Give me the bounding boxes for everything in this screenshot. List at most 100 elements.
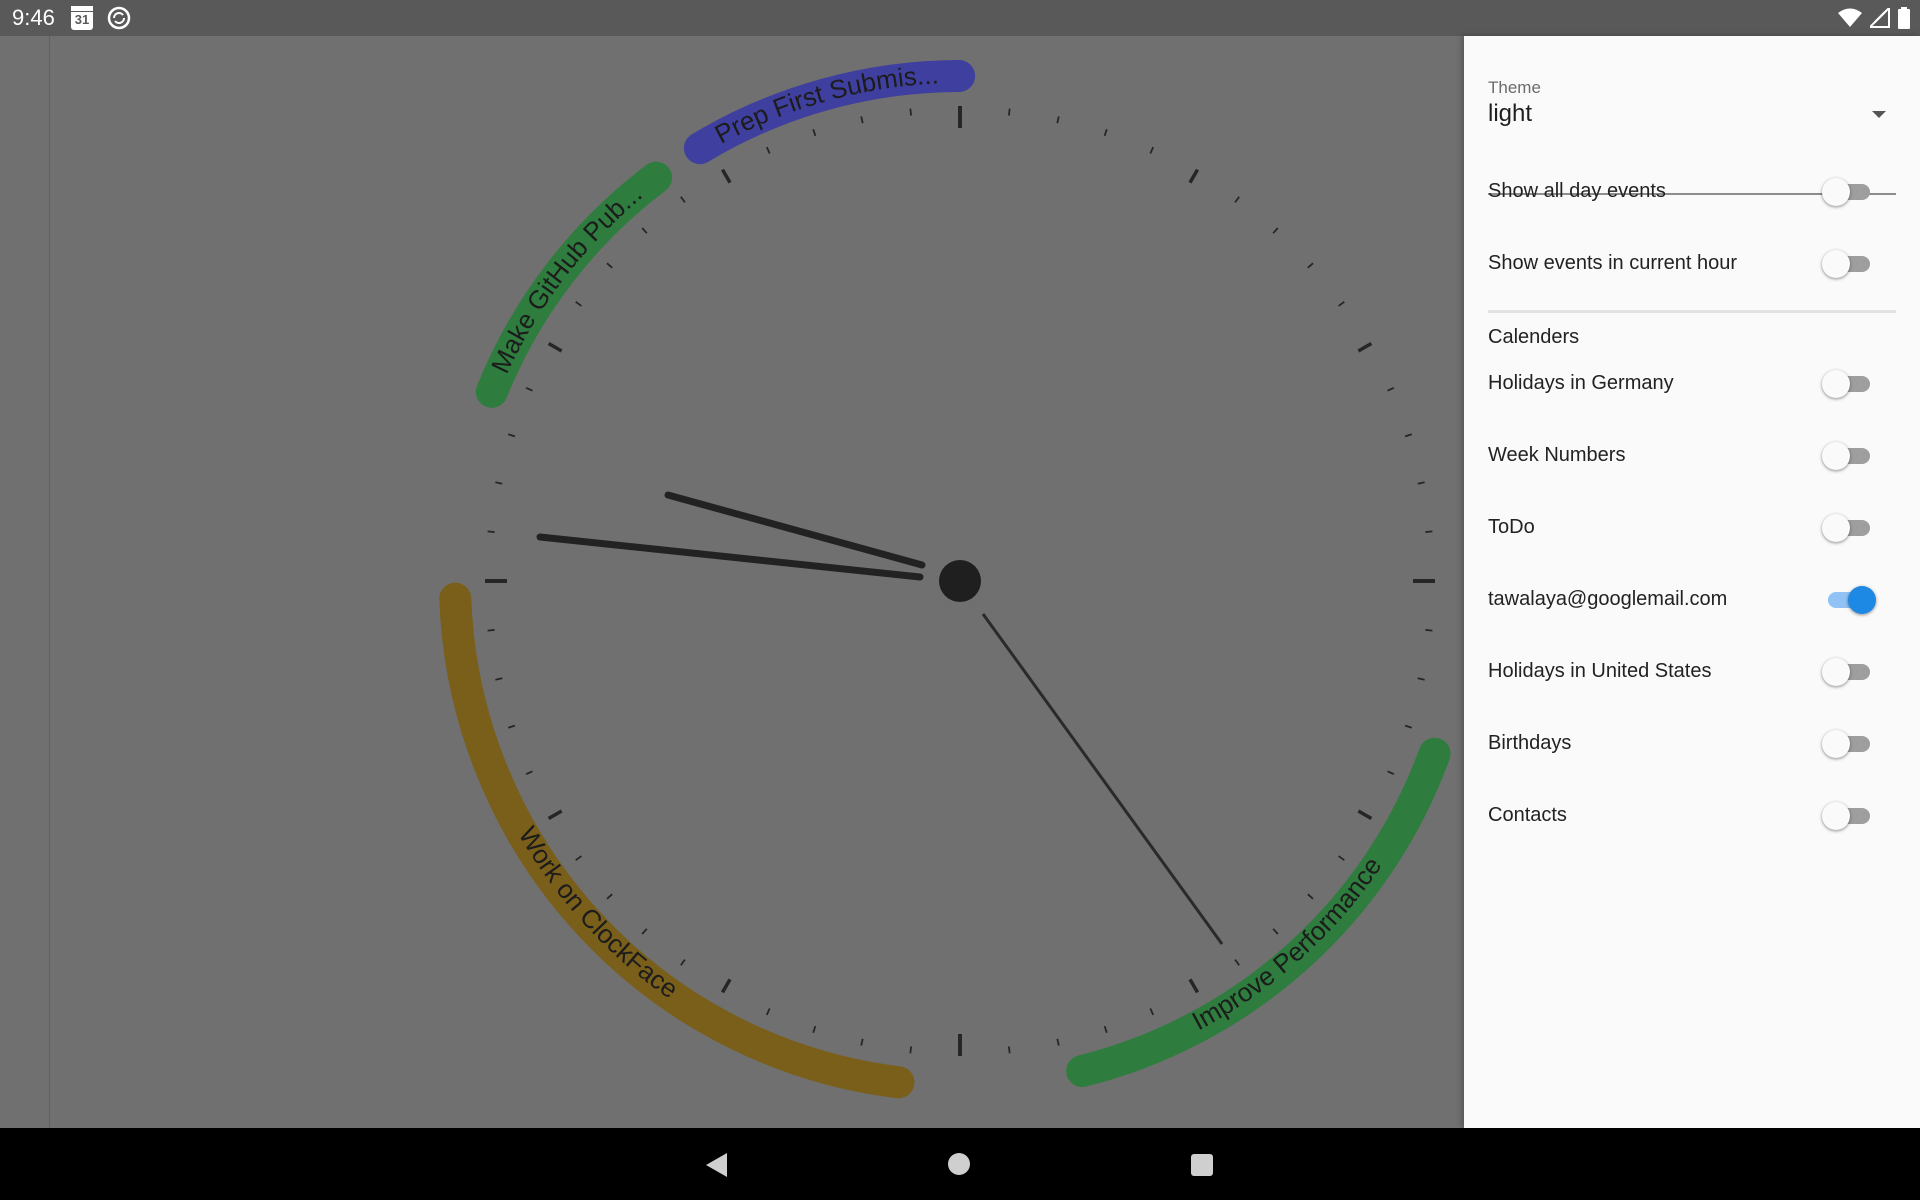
clock-tick — [1149, 146, 1155, 154]
section-divider — [1488, 310, 1896, 313]
clock-tick — [1234, 959, 1240, 966]
dropdown-arrow-icon[interactable] — [1872, 111, 1886, 118]
clock-tick — [1008, 108, 1011, 116]
clock-tick — [575, 855, 582, 861]
clock-tick — [1149, 1008, 1155, 1016]
clock-tick — [909, 108, 912, 116]
calendar-label: Holidays in United States — [1488, 660, 1712, 682]
clock-tick — [1103, 128, 1108, 137]
clock-tick — [487, 629, 495, 632]
toggle-switch[interactable] — [1822, 370, 1876, 398]
clock-tick — [495, 481, 503, 485]
calendar-item: Holidays in Germany — [1488, 364, 1896, 404]
calendar-item: Birthdays — [1488, 724, 1896, 764]
toggle-switch[interactable] — [1822, 730, 1876, 758]
clock-area[interactable]: Prep First Submis... Make GitHub Pub... Wo… — [0, 36, 1464, 1128]
clock-tick — [1103, 1025, 1108, 1034]
clock-tick — [1417, 481, 1425, 485]
clock-tick — [1338, 855, 1345, 861]
toggle-switch[interactable] — [1822, 586, 1876, 614]
toggle-switch[interactable] — [1822, 442, 1876, 470]
clock-tick — [1188, 978, 1200, 994]
clock-tick — [547, 341, 563, 353]
clock-tick — [720, 978, 732, 994]
toggle-switch[interactable] — [1822, 514, 1876, 542]
clock-face: Prep First Submis... Make GitHub Pub... Wo… — [439, 59, 1451, 1099]
clock-tick — [860, 1038, 864, 1046]
event-label: Prep First Submis... — [710, 59, 940, 149]
clock-tick — [641, 227, 648, 234]
calendar-label: Holidays in Germany — [1488, 372, 1674, 394]
event-label: Work on ClockFace — [513, 821, 684, 1004]
calendars-heading: Calenders — [1488, 326, 1580, 348]
clock-tick — [765, 1008, 771, 1016]
event-arc — [1066, 737, 1451, 1087]
theme-value: light — [1488, 100, 1533, 127]
clock-tick — [680, 959, 686, 966]
clock-tick — [606, 262, 613, 269]
clock-tick — [1387, 770, 1395, 776]
clock-tick — [495, 677, 503, 681]
toggle-switch[interactable] — [1822, 250, 1876, 278]
toggle-switch[interactable] — [1822, 178, 1876, 206]
signal-icon — [1870, 8, 1890, 28]
clock-tick — [680, 196, 686, 203]
clock-tick — [1008, 1046, 1011, 1054]
calendar-item: Holidays in United States — [1488, 652, 1896, 692]
battery-icon — [1898, 7, 1910, 29]
clock-tick — [1307, 893, 1314, 900]
event-label: Make GitHub Pub... — [485, 178, 648, 378]
second-hand — [981, 613, 1224, 945]
clock-tick — [641, 928, 648, 935]
calendar-item: Week Numbers — [1488, 436, 1896, 476]
clock-tick — [1357, 341, 1373, 353]
clock-tick — [525, 386, 533, 392]
clock-tick — [812, 1025, 817, 1034]
clock-tick — [606, 893, 613, 900]
home-icon[interactable] — [948, 1153, 970, 1175]
clock-tick — [1425, 530, 1433, 533]
clock-tick — [1056, 116, 1060, 124]
sync-icon — [107, 6, 131, 30]
calendar-item: tawalaya@googlemail.com — [1488, 580, 1896, 620]
back-icon[interactable] — [706, 1153, 727, 1177]
clock-tick — [1188, 168, 1200, 184]
clock-tick — [1404, 724, 1413, 729]
clock-tick — [1307, 262, 1314, 269]
setting-show-current-hour: Show events in current hour — [1488, 244, 1896, 284]
calendar-item: ToDo — [1488, 508, 1896, 548]
status-time: 9:46 — [12, 5, 55, 30]
toggle-switch[interactable] — [1822, 802, 1876, 830]
setting-label: Show events in current hour — [1488, 252, 1738, 274]
clock-tick — [765, 146, 771, 154]
clock-tick — [812, 128, 817, 137]
clock-tick — [1387, 386, 1395, 392]
clock-tick — [1357, 809, 1373, 821]
clock-center — [939, 560, 981, 602]
calendar-label: Week Numbers — [1488, 444, 1626, 466]
clock-tick — [507, 433, 516, 438]
event-label: Improve Performance — [1187, 851, 1387, 1036]
clock-tick — [1272, 928, 1279, 935]
toggle-switch[interactable] — [1822, 658, 1876, 686]
clock-tick — [1404, 433, 1413, 438]
setting-show-all-day-events: Show all day events — [1488, 172, 1896, 212]
clock-tick — [1056, 1038, 1060, 1046]
wifi-icon — [1838, 8, 1862, 27]
setting-label: Show all day events — [1488, 180, 1666, 202]
clock-tick — [507, 724, 516, 729]
minute-hand — [536, 533, 924, 581]
calendar-icon: 31 — [71, 6, 93, 30]
calendar-label: Contacts — [1488, 804, 1567, 826]
clock-tick — [909, 1046, 912, 1054]
clock-tick — [1425, 629, 1433, 632]
status-bar: 9:46 31 — [0, 0, 1920, 36]
recents-icon[interactable] — [1191, 1154, 1213, 1176]
calendar-label: tawalaya@googlemail.com — [1488, 588, 1728, 610]
clock-tick — [1338, 301, 1345, 307]
clock-tick — [487, 530, 495, 533]
clock-tick — [1417, 677, 1425, 681]
navigation-bar — [0, 1128, 1920, 1200]
clock-tick — [525, 770, 533, 776]
clock-hands — [536, 491, 1224, 945]
